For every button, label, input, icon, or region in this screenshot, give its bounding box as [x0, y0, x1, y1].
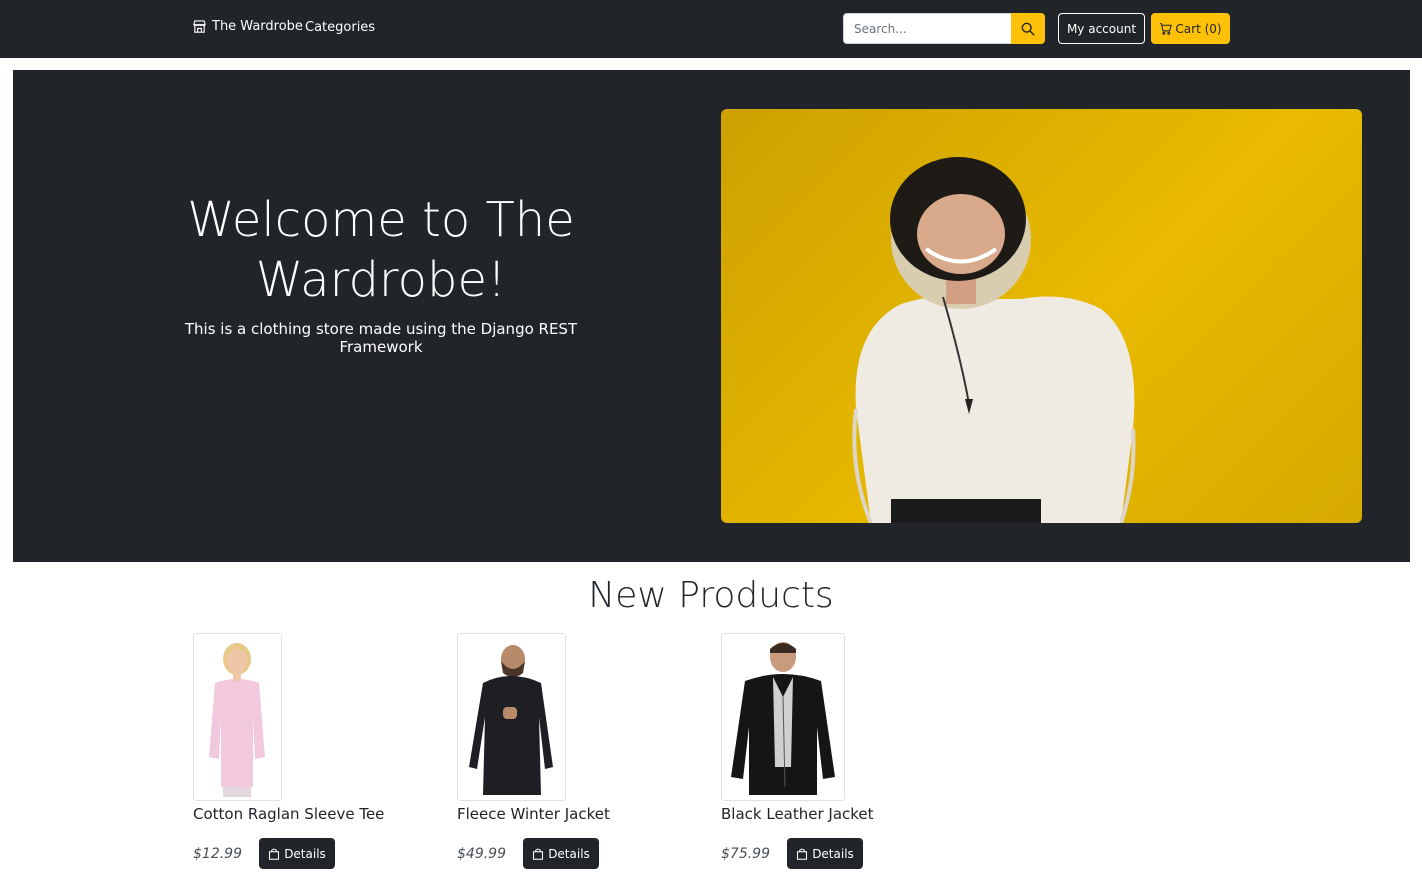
details-button[interactable]: Details	[787, 838, 863, 869]
bag-icon	[533, 848, 544, 860]
product-name[interactable]: Cotton Raglan Sleeve Tee	[193, 805, 384, 823]
details-button[interactable]: Details	[259, 838, 335, 869]
hero-subtitle: This is a clothing store made using the …	[184, 320, 578, 356]
bag-icon	[797, 848, 808, 860]
brand-label: The Wardrobe	[212, 19, 303, 34]
product-price: $49.99	[457, 846, 506, 862]
my-account-button[interactable]: My account	[1058, 13, 1145, 44]
search-button[interactable]	[1011, 13, 1045, 44]
product-name[interactable]: Black Leather Jacket	[721, 805, 874, 823]
product-name[interactable]: Fleece Winter Jacket	[457, 805, 610, 823]
hero-image	[721, 109, 1362, 523]
product-image[interactable]	[457, 633, 566, 801]
bag-icon	[269, 848, 280, 860]
product-card: Fleece Winter Jacket $49.99 Details	[457, 633, 610, 869]
product-card: Cotton Raglan Sleeve Tee $12.99 Details	[193, 633, 384, 869]
search-input[interactable]	[843, 13, 1012, 44]
details-label: Details	[284, 846, 326, 861]
product-price: $12.99	[193, 846, 242, 862]
top-navbar: The Wardrobe Categories My account Cart …	[0, 0, 1422, 58]
cart-icon	[1160, 23, 1173, 35]
new-products-heading: New Products	[588, 575, 834, 616]
product-image[interactable]	[193, 633, 282, 801]
cart-button[interactable]: Cart (0)	[1151, 13, 1230, 44]
details-button[interactable]: Details	[523, 838, 599, 869]
cart-label: Cart (0)	[1175, 21, 1222, 36]
hero-title: Welcome to The Wardrobe!	[187, 192, 575, 308]
details-label: Details	[548, 846, 590, 861]
product-price: $75.99	[721, 846, 770, 862]
shop-icon	[193, 20, 206, 33]
nav-categories-link[interactable]: Categories	[305, 20, 375, 35]
hero-banner: Welcome to The Wardrobe! This is a cloth…	[13, 70, 1410, 562]
brand-link[interactable]: The Wardrobe	[192, 19, 303, 34]
details-label: Details	[812, 846, 854, 861]
hero-text-block: Welcome to The Wardrobe! This is a cloth…	[153, 190, 609, 356]
search-icon	[1021, 22, 1035, 36]
product-image[interactable]	[721, 633, 845, 801]
product-card: Black Leather Jacket $75.99 Details	[721, 633, 874, 869]
